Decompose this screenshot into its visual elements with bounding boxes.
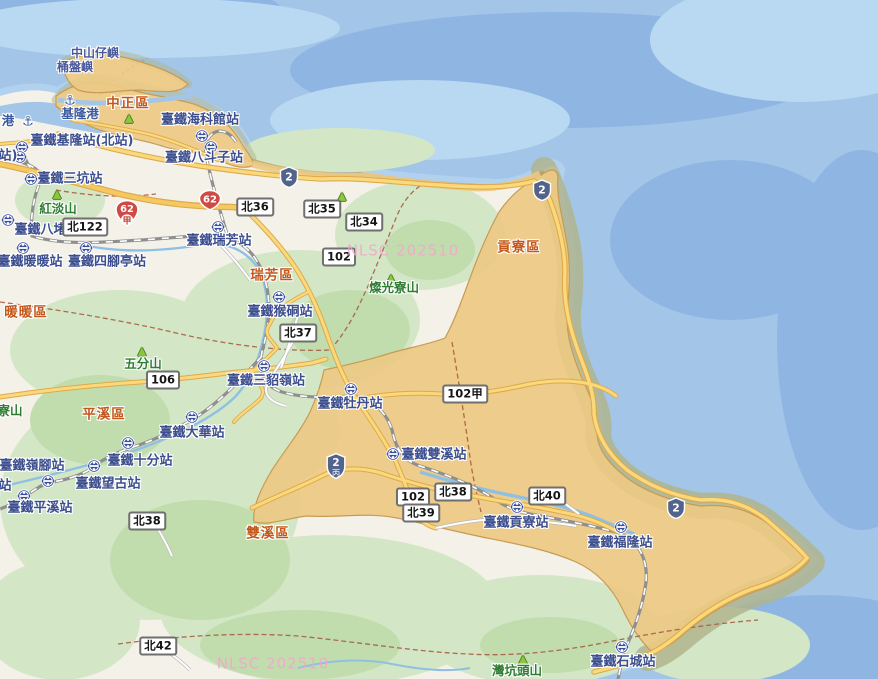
district-label: 中正區 [106,97,150,111]
road-number-sign: 106 [146,371,180,390]
station-label: 臺鐵嶺腳站 [0,460,65,473]
road-number-sign: 北38 [434,483,472,502]
road-number-sign: 北122 [62,218,108,237]
map-attribution-watermark: NLSC 202510 [347,244,460,259]
svg-text:丙: 丙 [332,468,340,478]
svg-text:甲: 甲 [123,215,132,226]
provincial-highway-shield: 2 [666,497,686,519]
svg-text:2: 2 [285,171,293,184]
expressway-shield: 62甲 [115,199,140,228]
map-attribution-watermark: NLSC 202510 [217,657,330,672]
station-label: 臺鐵牡丹站 [317,398,382,411]
district-label: 瑞芳區 [250,269,294,283]
station-label: 臺鐵八斗子站 [165,152,243,165]
district-label: 平溪區 [82,408,126,422]
station-label: 臺鐵十分站 [107,455,172,468]
station-label: 臺鐵大華站 [159,427,224,440]
district-label: 貢寮區 [497,241,541,255]
station-label: 臺鐵雙溪站 [401,449,466,462]
station-label: 臺鐵海科館站 [161,114,239,127]
station-label: 臺鐵石城站 [590,656,655,669]
road-number-sign: 北40 [528,487,566,506]
tra-station-icon [344,382,358,396]
map-canvas[interactable]: 臺鐵海科館站臺鐵八斗子站臺鐵基隆站(北站)臺鐵三坑站臺鐵八堵站臺鐵暖暖站臺鐵四腳… [0,0,878,679]
tra-station-icon [510,500,524,514]
edge-partial-label: 站 [0,480,12,493]
mountain-label: 紅淡山 [39,203,77,216]
station-label: 臺鐵貢寮站 [483,517,548,530]
road-number-sign: 102甲 [442,385,488,404]
tra-station-icon [272,290,286,304]
edge-partial-label: 站) [0,150,17,163]
island-label: 中山仔嶼 [71,47,119,59]
mountain-label: 灣坑頭山 [492,665,542,678]
mountain-peak-icon: ▲ [53,189,61,200]
station-label: 臺鐵望古站 [75,478,140,491]
station-label: 臺鐵三坑站 [37,173,102,186]
road-number-sign: 北42 [139,637,177,656]
tra-station-icon [386,447,400,461]
tra-station-icon [1,213,15,227]
svg-text:2: 2 [538,184,546,197]
tra-station-icon [79,241,93,255]
district-label: 雙溪區 [246,527,290,541]
edge-partial-label: 港 [2,115,15,128]
road-number-sign: 北39 [402,504,440,523]
tra-station-icon [121,436,135,450]
road-number-sign: 北34 [345,213,383,232]
island-label: 桶盤嶼 [57,61,93,73]
station-label: 臺鐵三貂嶺站 [227,375,305,388]
road-number-sign: 北37 [279,324,317,343]
provincial-highway-shield: 2 [532,179,552,201]
road-number-sign: 北38 [128,512,166,531]
mountain-peak-icon: ▲ [125,113,133,124]
tra-station-icon [211,220,225,234]
tra-station-icon [614,520,628,534]
expressway-shield: 62 [198,189,222,212]
station-label: 臺鐵猴硐站 [247,306,312,319]
tra-station-icon [16,241,30,255]
anchor-icon: ⚓ [22,116,34,129]
edge-partial-label: 寮山 [0,405,23,418]
provincial-highway-shield: 2 [279,166,299,188]
anchor-icon: ⚓ [64,95,76,108]
tra-station-icon [87,459,101,473]
tra-station-icon [41,474,55,488]
road-number-sign: 北35 [303,200,341,219]
map-labels-overlay: 臺鐵海科館站臺鐵八斗子站臺鐵基隆站(北站)臺鐵三坑站臺鐵八堵站臺鐵暖暖站臺鐵四腳… [0,0,878,679]
station-label: 臺鐵瑞芳站 [186,235,251,248]
tra-station-icon [257,359,271,373]
tra-station-icon [615,640,629,654]
tra-station-icon [24,172,38,186]
tra-station-icon [185,410,199,424]
district-label: 暖暖區 [4,306,48,320]
station-label: 臺鐵平溪站 [7,502,72,515]
station-label: 臺鐵暖暖站 [0,256,63,269]
svg-text:62: 62 [120,204,134,215]
harbor-label: 基隆港 [61,108,99,121]
station-label: 臺鐵福隆站 [587,537,652,550]
station-label: 臺鐵基隆站(北站) [31,135,134,148]
road-number-sign: 北36 [236,198,274,217]
provincial-highway-shield: 2丙 [326,453,347,480]
svg-text:2: 2 [672,502,680,515]
station-label: 臺鐵四腳亭站 [68,256,146,269]
svg-text:62: 62 [203,195,217,206]
mountain-label: 五分山 [124,358,162,371]
mountain-label: 燦光寮山 [369,282,419,295]
